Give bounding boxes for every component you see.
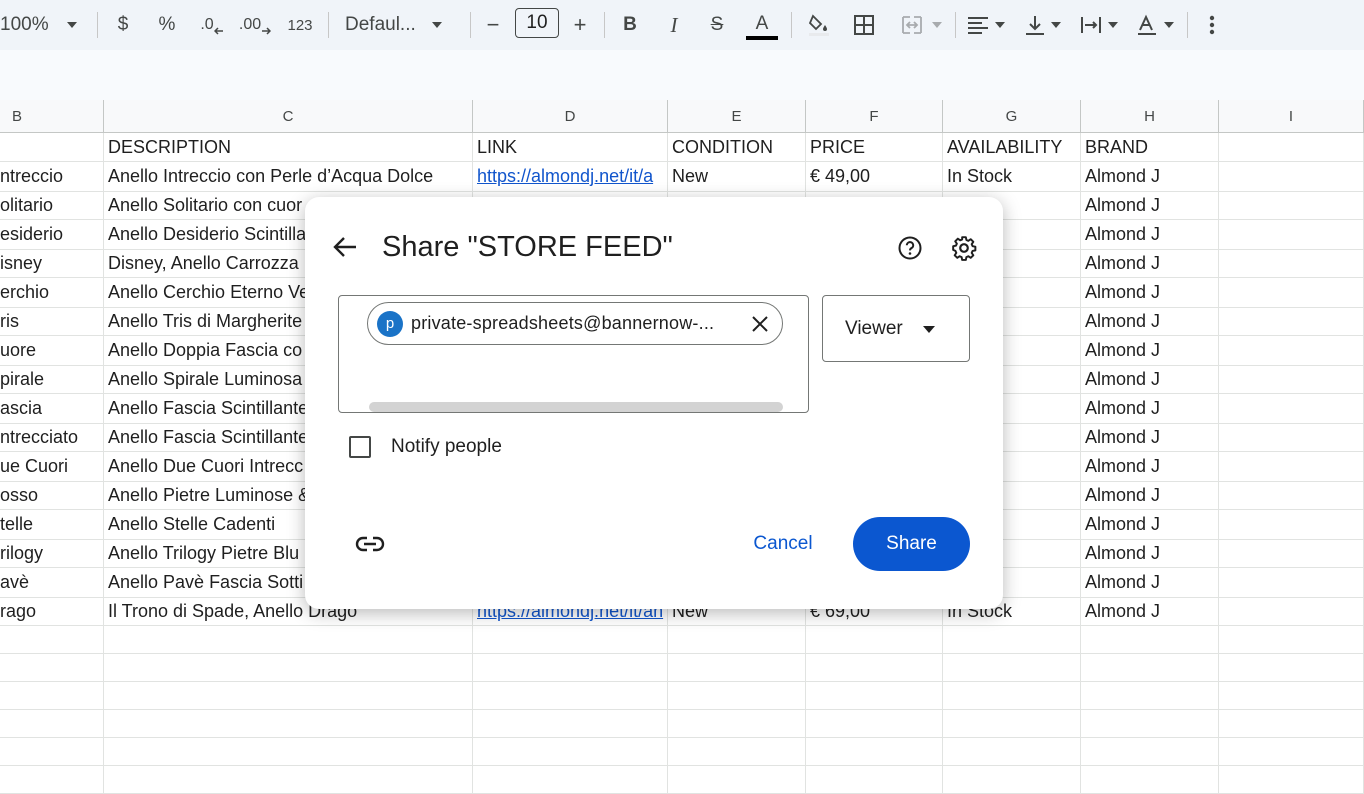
share-dialog: Share "STORE FEED" p private-spreadsheet… <box>305 197 1003 609</box>
settings-button[interactable] <box>947 231 981 265</box>
copy-link-button[interactable] <box>353 527 387 561</box>
horizontal-scrollbar[interactable] <box>369 402 783 412</box>
table-cell[interactable] <box>1219 766 1364 793</box>
help-icon <box>898 236 922 260</box>
table-cell[interactable] <box>806 766 943 793</box>
table-cell[interactable] <box>943 766 1081 793</box>
arrow-back-icon <box>333 237 356 257</box>
cancel-button[interactable]: Cancel <box>733 517 833 571</box>
back-button[interactable] <box>327 229 363 265</box>
avatar: p <box>377 310 403 337</box>
dialog-title: Share "STORE FEED" <box>382 231 673 263</box>
notify-people-option: Notify people <box>349 436 502 458</box>
table-cell[interactable] <box>104 766 473 793</box>
gear-icon <box>952 236 977 261</box>
notify-people-checkbox[interactable] <box>349 436 371 458</box>
table-row <box>0 766 1364 794</box>
close-icon <box>752 316 768 332</box>
remove-recipient-button[interactable] <box>746 310 774 338</box>
role-select[interactable]: Viewer <box>822 295 970 362</box>
table-cell[interactable] <box>473 766 668 793</box>
role-value: Viewer <box>845 317 903 339</box>
table-cell[interactable] <box>668 766 806 793</box>
recipient-email: private-spreadsheets@bannernow-... <box>411 313 715 333</box>
chevron-down-icon <box>923 326 935 333</box>
link-icon <box>355 536 385 552</box>
help-button[interactable] <box>893 231 927 265</box>
table-cell[interactable] <box>1081 766 1219 793</box>
notify-people-label: Notify people <box>391 436 502 457</box>
recipient-chip[interactable]: p private-spreadsheets@bannernow-... <box>367 302 783 345</box>
add-people-field[interactable]: p private-spreadsheets@bannernow-... <box>338 295 809 413</box>
table-cell[interactable] <box>0 766 104 793</box>
share-button[interactable]: Share <box>853 517 970 571</box>
